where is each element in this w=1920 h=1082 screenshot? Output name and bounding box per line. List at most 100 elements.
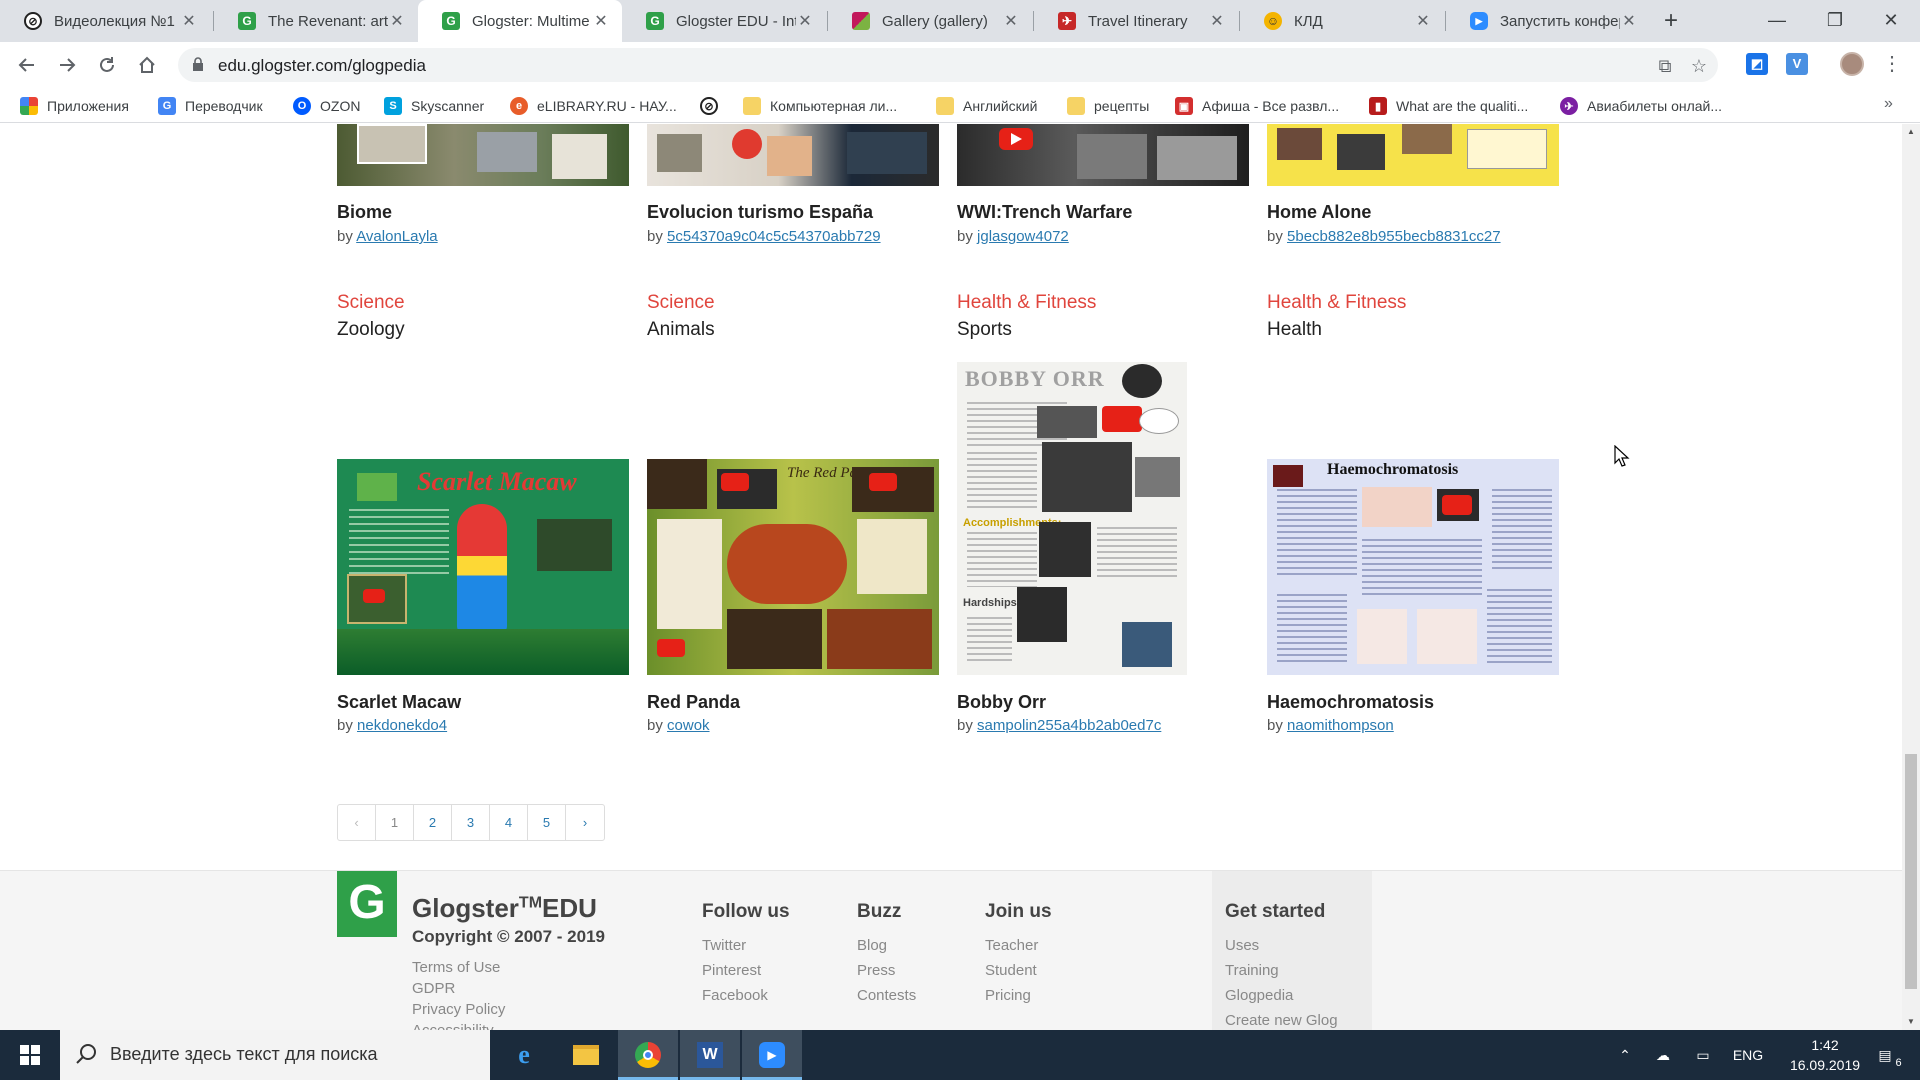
glog-title[interactable]: Biome bbox=[337, 202, 392, 223]
tab-close-icon[interactable]: ✕ bbox=[796, 11, 814, 31]
author-link[interactable]: nekdonekdo4 bbox=[357, 717, 447, 734]
category-link[interactable]: Science bbox=[337, 292, 405, 314]
category-link[interactable]: Health & Fitness bbox=[957, 292, 1096, 314]
glog-title[interactable]: Evolucion turismo España bbox=[647, 202, 873, 223]
author-link[interactable]: naomithompson bbox=[1287, 717, 1394, 734]
notifications-button[interactable]: ▤ 6 bbox=[1870, 1030, 1910, 1080]
taskbar-edge[interactable]: e bbox=[494, 1030, 554, 1080]
twitter-link[interactable]: Twitter bbox=[702, 937, 746, 954]
category-link[interactable]: Health & Fitness bbox=[1267, 292, 1406, 314]
pricing-link[interactable]: Pricing bbox=[985, 987, 1031, 1004]
forward-button[interactable] bbox=[50, 48, 84, 82]
translate-icon[interactable]: ⧉ bbox=[1654, 55, 1676, 77]
author-link[interactable]: 5becb882e8b955becb8831cc27 bbox=[1287, 228, 1501, 245]
tab-close-icon[interactable]: ✕ bbox=[1414, 11, 1432, 31]
privacy-link[interactable]: Privacy Policy bbox=[412, 1001, 505, 1018]
reload-button[interactable] bbox=[90, 48, 124, 82]
glog-thumbnail-biome[interactable] bbox=[337, 124, 629, 186]
back-button[interactable] bbox=[10, 48, 44, 82]
tab-close-icon[interactable]: ✕ bbox=[1620, 11, 1638, 31]
training-link[interactable]: Training bbox=[1225, 962, 1279, 979]
taskbar-chrome[interactable] bbox=[618, 1030, 678, 1080]
pagination-page-5[interactable]: 5 bbox=[528, 805, 566, 840]
page-scrollbar[interactable]: ▲ ▼ bbox=[1902, 124, 1920, 1030]
subcategory-link[interactable]: Sports bbox=[957, 319, 1012, 341]
uses-link[interactable]: Uses bbox=[1225, 937, 1259, 954]
create-glog-link[interactable]: Create new Glog bbox=[1225, 1012, 1338, 1029]
tab-kld[interactable]: ☺ КЛД ✕ bbox=[1240, 0, 1444, 42]
facebook-link[interactable]: Facebook bbox=[702, 987, 768, 1004]
close-window-button[interactable]: ✕ bbox=[1862, 0, 1920, 42]
author-link[interactable]: jglasgow4072 bbox=[977, 228, 1069, 245]
bookmark-afisha[interactable]: ▣ Афиша - Все развл... bbox=[1175, 95, 1339, 117]
tab-close-icon[interactable]: ✕ bbox=[388, 11, 406, 31]
bookmark-apps[interactable]: Приложения bbox=[20, 95, 129, 117]
bookmark-folder-recipes[interactable]: рецепты bbox=[1067, 95, 1149, 117]
bookmark-star-icon[interactable]: ☆ bbox=[1688, 55, 1710, 77]
tray-chevron-icon[interactable]: ⌃ bbox=[1612, 1030, 1638, 1080]
contests-link[interactable]: Contests bbox=[857, 987, 916, 1004]
glog-title[interactable]: Bobby Orr bbox=[957, 692, 1046, 713]
pagination-prev-button[interactable]: ‹ bbox=[338, 805, 376, 840]
taskbar-clock[interactable]: 1:42 16.09.2019 bbox=[1780, 1035, 1870, 1075]
tab-zoom-conference[interactable]: ▶ Запустить конфер ✕ bbox=[1446, 0, 1650, 42]
tab-gallery[interactable]: Gallery (gallery) ✕ bbox=[828, 0, 1032, 42]
tab-close-icon[interactable]: ✕ bbox=[1002, 11, 1020, 31]
glog-thumbnail-wwi[interactable] bbox=[957, 124, 1249, 186]
tab-close-icon[interactable]: ✕ bbox=[1208, 11, 1226, 31]
accessibility-link[interactable]: Accessibility bbox=[412, 1022, 494, 1030]
glog-title[interactable]: WWI:Trench Warfare bbox=[957, 202, 1132, 223]
home-button[interactable] bbox=[130, 48, 164, 82]
tab-close-icon[interactable]: ✕ bbox=[592, 11, 610, 31]
minimize-button[interactable]: — bbox=[1748, 0, 1806, 42]
glog-title[interactable]: Home Alone bbox=[1267, 202, 1371, 223]
author-link[interactable]: cowok bbox=[667, 717, 710, 734]
bookmark-translator[interactable]: G Переводчик bbox=[158, 95, 263, 117]
taskbar-file-explorer[interactable] bbox=[556, 1030, 616, 1080]
bookmark-folder-english[interactable]: Английский bbox=[936, 95, 1037, 117]
tab-revenant[interactable]: G The Revenant: art ✕ bbox=[214, 0, 418, 42]
glog-thumbnail-evolucion[interactable] bbox=[647, 124, 939, 186]
bookmark-skyscanner[interactable]: S Skyscanner bbox=[384, 95, 484, 117]
subcategory-link[interactable]: Animals bbox=[647, 319, 715, 341]
pinterest-link[interactable]: Pinterest bbox=[702, 962, 761, 979]
taskbar-zoom[interactable]: ▶ bbox=[742, 1030, 802, 1080]
pagination-next-button[interactable]: › bbox=[566, 805, 604, 840]
bookmark-folder-computer[interactable]: Компьютерная ли... bbox=[743, 95, 897, 117]
category-link[interactable]: Science bbox=[647, 292, 715, 314]
tab-travel-itinerary[interactable]: ✈ Travel Itinerary ✕ bbox=[1034, 0, 1238, 42]
subcategory-link[interactable]: Zoology bbox=[337, 319, 405, 341]
glogpedia-link[interactable]: Glogpedia bbox=[1225, 987, 1293, 1004]
glog-title[interactable]: Haemochromatosis bbox=[1267, 692, 1434, 713]
bookmark-aviabilety[interactable]: ✈ Авиабилеты онлай... bbox=[1560, 95, 1722, 117]
bookmarks-overflow-icon[interactable]: » bbox=[1884, 95, 1893, 113]
scroll-up-arrow-icon[interactable]: ▲ bbox=[1902, 124, 1920, 140]
taskbar-word[interactable]: W bbox=[680, 1030, 740, 1080]
scroll-down-arrow-icon[interactable]: ▼ bbox=[1902, 1014, 1920, 1030]
input-language[interactable]: ENG bbox=[1730, 1030, 1766, 1080]
start-button[interactable] bbox=[0, 1030, 60, 1080]
pagination-page-3[interactable]: 3 bbox=[452, 805, 490, 840]
glog-title[interactable]: Scarlet Macaw bbox=[337, 692, 461, 713]
gdpr-link[interactable]: GDPR bbox=[412, 980, 455, 997]
glog-thumbnail-home-alone[interactable] bbox=[1267, 124, 1559, 186]
menu-icon[interactable]: ⋮ bbox=[1882, 50, 1902, 78]
author-link[interactable]: 5c54370a9c04c5c54370abb729 bbox=[667, 228, 881, 245]
pagination-page-1[interactable]: 1 bbox=[376, 805, 414, 840]
address-bar[interactable]: edu.glogster.com/glogpedia ⧉ ☆ bbox=[178, 48, 1718, 82]
bookmark-unnamed[interactable]: ⊘ bbox=[700, 95, 727, 117]
bookmark-ozon[interactable]: O OZON bbox=[293, 95, 360, 117]
glog-title[interactable]: Red Panda bbox=[647, 692, 740, 713]
glog-thumbnail-scarlet-macaw[interactable]: Scarlet Macaw bbox=[337, 459, 629, 675]
tab-videolecture[interactable]: ⊘ Видеолекция №1 ✕ bbox=[0, 0, 210, 42]
new-tab-button[interactable]: + bbox=[1656, 6, 1686, 36]
vk-extension-icon[interactable]: V bbox=[1786, 53, 1808, 75]
onedrive-icon[interactable]: ☁ bbox=[1650, 1030, 1676, 1080]
scrollbar-thumb[interactable] bbox=[1905, 754, 1917, 989]
restore-button[interactable]: ❐ bbox=[1806, 0, 1864, 42]
teacher-link[interactable]: Teacher bbox=[985, 937, 1038, 954]
tab-glogster-multimedia[interactable]: G Glogster: Multime ✕ bbox=[418, 0, 622, 42]
subcategory-link[interactable]: Health bbox=[1267, 319, 1322, 341]
tab-glogster-edu[interactable]: G Glogster EDU - Int ✕ bbox=[622, 0, 826, 42]
author-link[interactable]: AvalonLayla bbox=[356, 228, 437, 245]
